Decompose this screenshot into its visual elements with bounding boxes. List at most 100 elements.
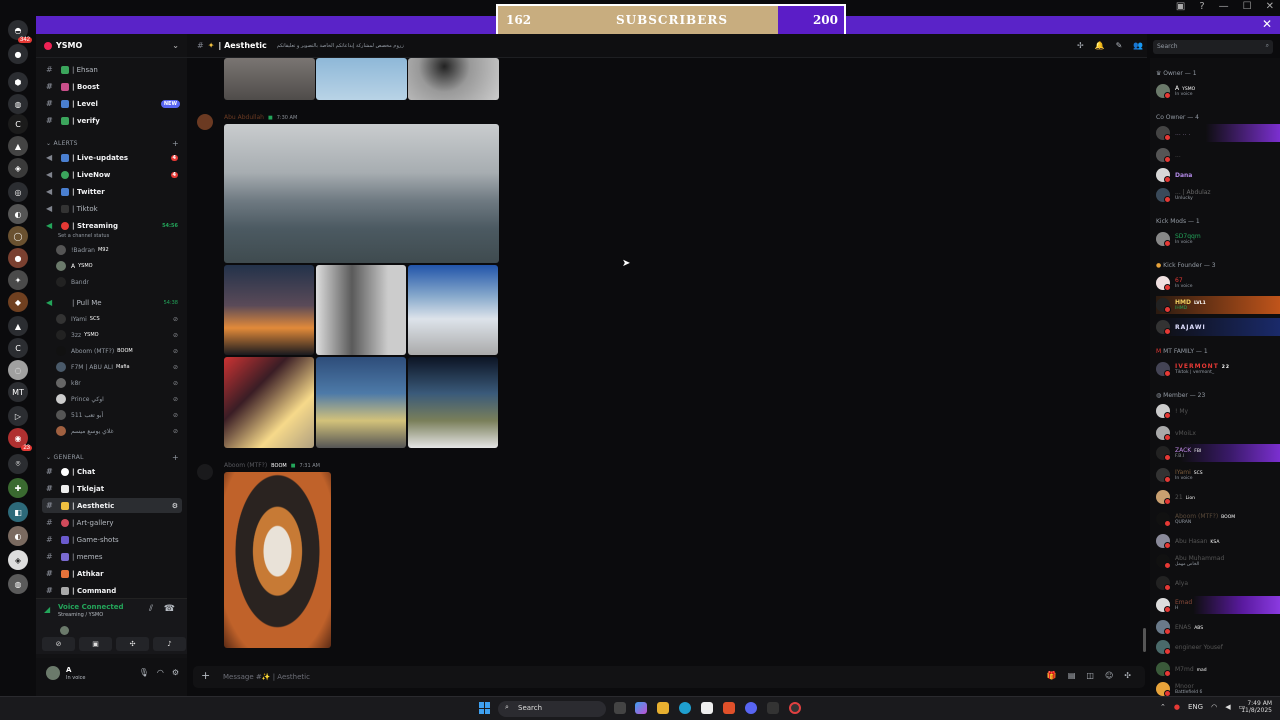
app-icon[interactable] bbox=[767, 702, 779, 714]
close-window-button[interactable]: ✕ bbox=[1266, 1, 1274, 12]
file-explorer-icon[interactable] bbox=[657, 702, 669, 714]
attachment-image[interactable] bbox=[224, 265, 314, 355]
cat-photo-attachment[interactable] bbox=[224, 472, 331, 648]
server-icon[interactable]: ▷ bbox=[8, 406, 28, 426]
voice-user[interactable]: !Badran M92 bbox=[56, 243, 182, 257]
member-item[interactable]: ! My bbox=[1156, 402, 1280, 420]
language-indicator[interactable]: ENG bbox=[1188, 703, 1203, 711]
channel-command[interactable]: # | Command bbox=[42, 583, 182, 598]
members-icon[interactable]: 👥 bbox=[1133, 41, 1143, 50]
copilot-icon[interactable] bbox=[635, 702, 647, 714]
member-item[interactable]: Aboom (MTF?) BOOM QURAN bbox=[1156, 510, 1280, 528]
voice-user[interactable]: k8r ⊘ bbox=[56, 376, 182, 390]
member-item[interactable]: Abu Hasan KSA bbox=[1156, 532, 1280, 550]
maximize-button[interactable]: ☐ bbox=[1243, 1, 1252, 12]
sticker-icon[interactable]: ◫ bbox=[1086, 671, 1094, 680]
attachment-image[interactable] bbox=[224, 58, 315, 100]
server-icon[interactable]: ◈ bbox=[8, 550, 28, 570]
bell-icon[interactable]: 🔔 bbox=[1095, 41, 1105, 50]
voice-channel-streaming[interactable]: ◀ | Streaming 54:56 bbox=[42, 218, 182, 233]
voice-user[interactable]: Prince اوكي ⊘ bbox=[56, 392, 182, 406]
member-item[interactable]: ... .. . bbox=[1156, 124, 1280, 142]
pin-icon[interactable]: ✎ bbox=[1116, 41, 1123, 50]
voice-channel-path[interactable]: Streaming / YSMO bbox=[58, 612, 103, 618]
taskbar-search[interactable]: ⌕ Search bbox=[498, 701, 606, 717]
channel-livenow[interactable]: ◀ | LiveNow 4 bbox=[42, 167, 182, 182]
attachment-image[interactable] bbox=[408, 357, 498, 448]
edge-icon[interactable] bbox=[679, 702, 691, 714]
server-icon[interactable]: ✦ bbox=[8, 270, 28, 290]
server-icon[interactable]: ✚ bbox=[8, 478, 28, 498]
voice-user[interactable]: Bandr bbox=[56, 275, 182, 289]
server-icon[interactable]: ◐ bbox=[8, 204, 28, 224]
channel-art-gallery[interactable]: # | Art-gallery bbox=[42, 515, 182, 530]
author-name[interactable]: Aboom (MTF?) bbox=[224, 462, 267, 469]
soundboard-button[interactable]: ♪ bbox=[153, 637, 186, 651]
voice-user[interactable]: 511 أبو تعب ⊘ bbox=[56, 408, 182, 422]
voice-user[interactable]: Aboom (MTF?) BOOM ⊘ bbox=[56, 344, 182, 358]
channel-chat[interactable]: # | Chat bbox=[42, 464, 182, 479]
chevron-up-icon[interactable]: ⌃ bbox=[1160, 703, 1166, 711]
gear-icon[interactable]: ⚙ bbox=[172, 668, 179, 677]
brave-icon[interactable] bbox=[723, 702, 735, 714]
message-composer[interactable]: + Message #✨ | Aesthetic 🎁 ▤ ◫ ☺ ✣ bbox=[193, 666, 1145, 688]
help-icon[interactable]: ? bbox=[1199, 1, 1204, 12]
server-icon[interactable]: ◆ bbox=[8, 292, 28, 312]
member-item[interactable]: 21 Lion bbox=[1156, 488, 1280, 506]
microphone-icon[interactable]: ● bbox=[1174, 703, 1180, 711]
category-general[interactable]: ⌄ GENERAL + bbox=[46, 453, 179, 462]
settings-icon[interactable]: ⚙ bbox=[172, 502, 178, 510]
voice-user[interactable]: 3zz YSMO ⊘ bbox=[56, 328, 182, 342]
voice-user[interactable]: IYami SCS ⊘ bbox=[56, 312, 182, 326]
apps-icon[interactable]: ✣ bbox=[1124, 671, 1131, 680]
channel-tklejat[interactable]: # | Tklejat bbox=[42, 481, 182, 496]
server-icon[interactable]: MT bbox=[8, 382, 28, 402]
category-alerts[interactable]: ⌄ ALERTS + bbox=[46, 139, 179, 148]
member-item[interactable]: ... | Abdulaz Unlucky bbox=[1156, 186, 1280, 204]
volume-icon[interactable]: ◀ bbox=[1225, 703, 1230, 711]
server-icon[interactable]: C bbox=[8, 114, 28, 134]
screen-share-button[interactable]: ▣ bbox=[79, 637, 112, 651]
member-item[interactable]: 67 In voice bbox=[1156, 274, 1280, 292]
inbox-icon[interactable]: ▣ bbox=[1176, 1, 1185, 12]
channel-ehsan[interactable]: # | Ehsan bbox=[42, 62, 182, 77]
member-item[interactable]: A YSMO In voice bbox=[1156, 82, 1280, 100]
emoji-icon[interactable]: ☺ bbox=[1105, 671, 1113, 680]
wifi-icon[interactable]: ◠ bbox=[1211, 703, 1217, 711]
headphones-icon[interactable]: ◠ bbox=[157, 668, 164, 677]
server-header[interactable]: YSMO ⌄ bbox=[36, 34, 187, 58]
add-attachment-icon[interactable]: + bbox=[201, 669, 210, 682]
attachment-image[interactable] bbox=[224, 124, 499, 263]
channel-athkar[interactable]: # | Athkar bbox=[42, 566, 182, 581]
banner-close-icon[interactable]: ✕ bbox=[1262, 17, 1272, 31]
member-item[interactable]: ... bbox=[1156, 146, 1280, 164]
channel-status[interactable]: Set a channel status bbox=[58, 233, 109, 239]
obs-icon[interactable] bbox=[789, 702, 801, 714]
member-item[interactable]: ZACK FBI F.B.I bbox=[1156, 444, 1280, 462]
member-item[interactable]: IYami SCS In voice bbox=[1156, 466, 1280, 484]
author-name[interactable]: Abu Abdullah bbox=[224, 114, 264, 121]
attachment-image[interactable] bbox=[316, 265, 406, 355]
threads-icon[interactable]: ✢ bbox=[1077, 41, 1084, 50]
scrollbar[interactable] bbox=[1143, 628, 1146, 652]
channel-twitter[interactable]: ◀ | Twitter bbox=[42, 184, 182, 199]
server-icon[interactable]: ◉ 23 bbox=[8, 428, 32, 451]
server-icon[interactable]: ◎ bbox=[8, 182, 28, 202]
member-item[interactable]: vMoiLx bbox=[1156, 424, 1280, 442]
member-item[interactable]: Abu Muhammad الخاص مهمل bbox=[1156, 552, 1280, 570]
add-channel-icon[interactable]: + bbox=[172, 453, 179, 462]
channel-topic[interactable]: زروم مخصص لمشاركة إبداعاتكم الخاصة بالتص… bbox=[277, 43, 404, 49]
user-avatar[interactable] bbox=[46, 666, 60, 680]
microphone-icon[interactable]: 🎙 bbox=[139, 668, 149, 677]
author-avatar[interactable] bbox=[197, 114, 213, 130]
video-off-button[interactable]: ⊘ bbox=[42, 637, 75, 651]
channel-memes[interactable]: # | memes bbox=[42, 549, 182, 564]
server-icon[interactable]: ▲ bbox=[8, 136, 28, 156]
server-icon[interactable]: ● bbox=[8, 248, 28, 268]
voice-user[interactable]: A YSMO bbox=[56, 259, 182, 273]
voice-user[interactable]: F7M | ABU ALI Mafia ⊘ bbox=[56, 360, 182, 374]
server-icon[interactable]: ◍ bbox=[8, 94, 28, 114]
server-icon[interactable]: ◍ bbox=[8, 574, 28, 594]
add-channel-icon[interactable]: + bbox=[172, 139, 179, 148]
server-icon[interactable]: ◈ bbox=[8, 158, 28, 178]
